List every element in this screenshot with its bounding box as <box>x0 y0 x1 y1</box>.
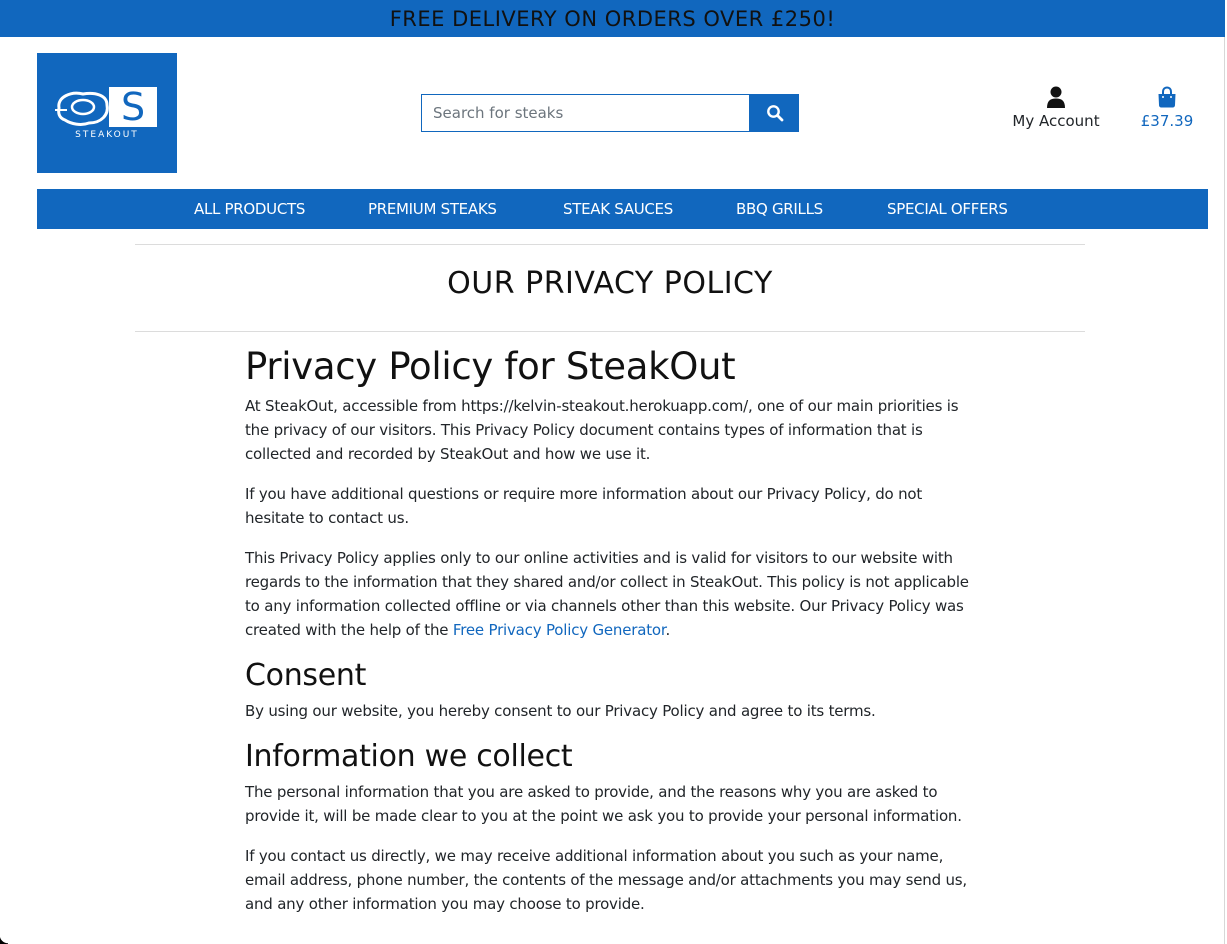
cart-total: £37.39 <box>1140 112 1194 130</box>
consent-paragraph: By using our website, you hereby consent… <box>245 702 876 720</box>
my-account-link[interactable]: My Account <box>1010 86 1102 130</box>
nav-item-bbq-grills[interactable]: BBQ GRILLS <box>736 189 823 229</box>
logo-text: STEAKOUT <box>75 130 139 140</box>
divider-bottom <box>135 331 1085 332</box>
search-icon <box>766 105 783 122</box>
consent-heading: Consent <box>245 658 367 693</box>
nav-item-special-offers[interactable]: SPECIAL OFFERS <box>887 189 1008 229</box>
policy-intro-paragraph: At SteakOut, accessible from https://kel… <box>245 397 959 463</box>
search-input[interactable] <box>421 94 750 132</box>
information-paragraph-2: If you contact us directly, we may recei… <box>245 847 967 913</box>
policy-scope-end: . <box>665 621 671 639</box>
privacy-generator-link[interactable]: Free Privacy Policy Generator <box>453 621 666 639</box>
information-paragraph-1: The personal information that you are as… <box>245 783 962 825</box>
information-heading: Information we collect <box>245 739 573 774</box>
policy-contact-paragraph: If you have additional questions or requ… <box>245 485 923 527</box>
privacy-content: Privacy Policy for SteakOut At SteakOut,… <box>245 345 980 932</box>
divider-top <box>135 244 1085 245</box>
nav-item-all-products[interactable]: ALL PRODUCTS <box>194 189 305 229</box>
policy-heading: Privacy Policy for SteakOut <box>245 345 736 388</box>
page-title: OUR PRIVACY POLICY <box>447 266 773 301</box>
svg-text:S: S <box>121 85 145 129</box>
site-logo[interactable]: S STEAKOUT <box>37 53 177 173</box>
page-edge <box>1224 37 1225 944</box>
policy-scope-paragraph: This Privacy Policy applies only to our … <box>245 546 980 642</box>
search-form <box>421 94 799 132</box>
search-button[interactable] <box>750 94 799 132</box>
steak-logo-icon: S <box>55 85 157 129</box>
delivery-banner-text: FREE DELIVERY ON ORDERS OVER £250! <box>389 6 836 31</box>
nav-item-premium-steaks[interactable]: PREMIUM STEAKS <box>368 189 497 229</box>
shopping-bag-icon <box>1158 86 1176 108</box>
user-icon <box>1047 86 1065 108</box>
cart-link[interactable]: £37.39 <box>1137 86 1197 130</box>
window-corner <box>0 935 8 944</box>
nav-item-steak-sauces[interactable]: STEAK SAUCES <box>563 189 673 229</box>
delivery-banner: FREE DELIVERY ON ORDERS OVER £250! <box>0 0 1225 37</box>
my-account-label: My Account <box>1012 112 1100 130</box>
main-navbar: ALL PRODUCTS PREMIUM STEAKS STEAK SAUCES… <box>37 189 1208 229</box>
